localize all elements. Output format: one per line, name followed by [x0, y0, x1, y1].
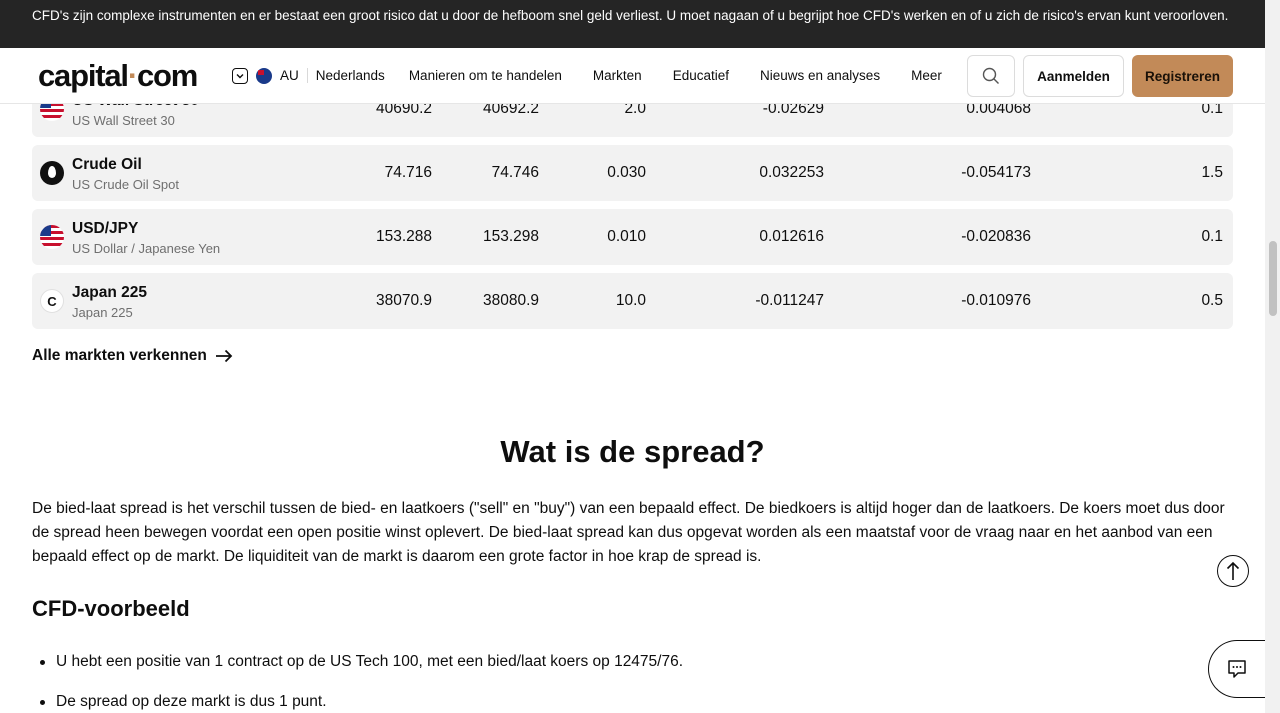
region-language-selector[interactable]: AU Nederlands [232, 67, 385, 84]
example-title: CFD-voorbeeld [32, 596, 190, 621]
explore-all-markets-link[interactable]: Alle markten verkennen [32, 347, 233, 365]
chat-button[interactable] [1208, 640, 1270, 698]
nav-education[interactable]: Educatief [673, 68, 729, 83]
market-name: USD/JPY [72, 220, 139, 237]
search-icon [982, 67, 999, 84]
market-subtitle: Japan 225 [72, 305, 133, 320]
market-subtitle: US Dollar / Japanese Yen [72, 241, 221, 256]
sell-price: 153.288 [375, 228, 432, 245]
site-header: capital·com AU Nederlands Manieren om te… [0, 48, 1265, 104]
market-row[interactable]: C Japan 225 Japan 225 38070.9 38080.9 10… [32, 273, 1233, 329]
scroll-to-top-button[interactable] [1217, 555, 1249, 587]
spread-value: 0.010 [607, 228, 646, 245]
short-overnight-fee: -0.054173 [961, 164, 1031, 181]
example-list: U hebt een positie van 1 contract op de … [39, 650, 683, 713]
explore-link-label: Alle markten verkennen [32, 347, 207, 364]
nav-more[interactable]: Meer [911, 68, 942, 83]
nav-markets[interactable]: Markten [593, 68, 642, 83]
list-item: U hebt een positie van 1 contract op de … [39, 650, 683, 674]
region-code: AU [280, 68, 299, 83]
main-nav: Manieren om te handelen Markten Educatie… [409, 68, 973, 83]
arrow-right-icon [215, 349, 233, 363]
search-button[interactable] [967, 55, 1015, 97]
buy-price: 153.298 [482, 228, 539, 245]
sell-price: 38070.9 [375, 292, 432, 309]
section-title: Wat is de spread? [500, 434, 765, 469]
market-name: Crude Oil [72, 156, 142, 173]
sell-price: 74.716 [384, 164, 432, 181]
market-name: Japan 225 [72, 284, 147, 301]
nav-ways-to-trade[interactable]: Manieren om te handelen [409, 68, 562, 83]
japan-225-icon: C [40, 289, 64, 313]
risk-warning-text: CFD's zijn complexe instrumenten en er b… [32, 8, 1229, 23]
short-overnight-fee: -0.010976 [961, 292, 1031, 309]
long-overnight-fee: -0.011247 [755, 292, 824, 309]
spread-explanation: De bied-laat spread is het verschil tuss… [32, 500, 1225, 565]
long-overnight-fee: 0.012616 [759, 228, 824, 245]
margin-value: 1.5 [1201, 164, 1223, 181]
capital-com-logo[interactable]: capital·com [38, 58, 210, 94]
arrow-up-icon [1226, 561, 1240, 580]
language-label: Nederlands [306, 68, 385, 83]
spread-value: 10.0 [615, 292, 646, 309]
long-overnight-fee: 0.032253 [759, 164, 824, 181]
oil-drop-icon [40, 161, 64, 185]
page-scrollbar[interactable] [1265, 0, 1280, 713]
australia-flag-icon [256, 67, 272, 84]
chat-icon [1227, 660, 1246, 678]
market-subtitle: US Wall Street 30 [72, 113, 175, 128]
chevron-down-icon [232, 67, 248, 84]
nav-news-analysis[interactable]: Nieuws en analyses [760, 68, 880, 83]
risk-warning-banner: CFD's zijn complexe instrumenten en er b… [0, 0, 1265, 48]
buy-price: 74.746 [491, 164, 539, 181]
list-item: De spread op deze markt is dus 1 punt. [39, 690, 683, 713]
login-button[interactable]: Aanmelden [1023, 55, 1124, 97]
spread-value: 0.030 [607, 164, 646, 181]
scrollbar-thumb[interactable] [1269, 241, 1277, 316]
market-subtitle: US Crude Oil Spot [72, 177, 179, 192]
market-row[interactable]: Crude Oil US Crude Oil Spot 74.716 74.74… [32, 145, 1233, 201]
margin-value: 0.1 [1201, 228, 1223, 245]
short-overnight-fee: -0.020836 [961, 228, 1031, 245]
market-row[interactable]: USD/JPY US Dollar / Japanese Yen 153.288… [32, 209, 1233, 265]
register-button[interactable]: Registreren [1132, 55, 1233, 97]
buy-price: 38080.9 [482, 292, 539, 309]
us-flag-icon [40, 225, 64, 249]
margin-value: 0.5 [1201, 292, 1223, 309]
